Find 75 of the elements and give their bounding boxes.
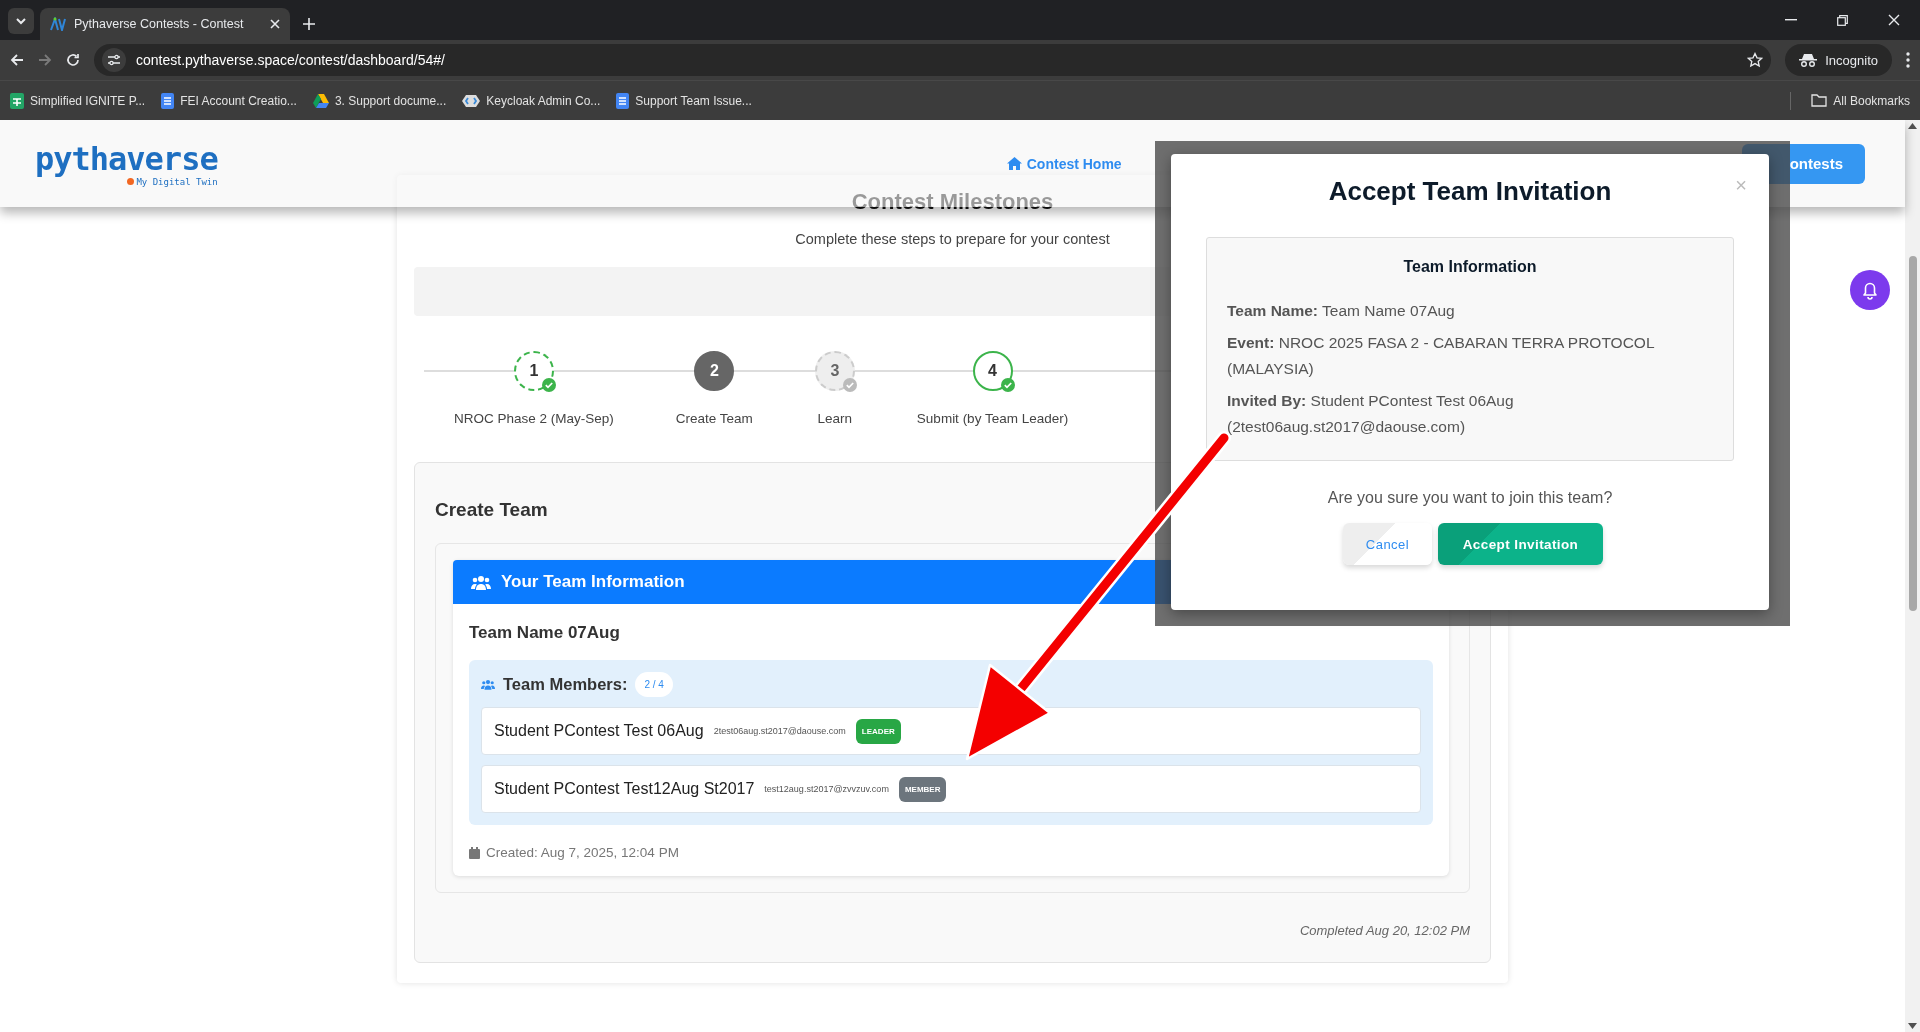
bookmark-link[interactable]: 3. Support docume... <box>334 93 447 108</box>
calendar-icon <box>469 846 480 859</box>
team-name: Team Name 07Aug <box>469 623 621 643</box>
confirm-question: Are you sure you want to join this team? <box>1327 489 1613 507</box>
menu-icon[interactable] <box>1906 52 1910 68</box>
document-icon <box>161 92 175 109</box>
section-subtitle: Complete these steps to prepare for your contest <box>795 231 1110 247</box>
site-info-icon[interactable] <box>102 48 126 72</box>
created-date: Created: Aug 7, 2025, 12:04 PM <box>486 845 679 860</box>
logo-tagline: My Digital Twin <box>136 176 218 187</box>
users-icon <box>481 679 495 690</box>
info-field: Invited By: Student PContest Test 06Aug (2test06aug.st2017@daouse.com) <box>1227 388 1713 440</box>
users-icon <box>471 574 491 590</box>
back-icon[interactable] <box>10 53 24 67</box>
scroll-down-icon[interactable] <box>1908 1023 1917 1029</box>
dot-icon <box>127 178 135 185</box>
members-label: Team Members: <box>503 675 628 694</box>
keycloak-icon <box>462 93 481 108</box>
scroll-up-icon[interactable] <box>1908 123 1917 129</box>
member-count: 2 / 4 <box>635 672 673 697</box>
info-field: Event: NROC 2025 FASA 2 - CABARAN TERRA PROTOCOL (MALAYSIA) <box>1227 330 1713 382</box>
step-circle[interactable]: 1 <box>513 351 554 391</box>
role-badge: MEMBER <box>898 776 947 802</box>
scrollbar-thumb[interactable] <box>1908 256 1917 611</box>
spreadsheet-icon <box>10 92 24 109</box>
check-icon <box>541 378 556 392</box>
completed-date: Completed Aug 20, 12:02 PM <box>1298 923 1470 938</box>
check-icon <box>1000 378 1015 392</box>
site-logo-icon <box>50 17 66 31</box>
step-label: NROC Phase 2 (May-Sep) <box>454 411 614 426</box>
role-badge: LEADER <box>855 718 901 744</box>
minimize-icon[interactable] <box>1785 19 1797 21</box>
dialog-title: Accept Team Invitation <box>1328 176 1612 207</box>
bookmark-star-icon[interactable] <box>1747 52 1764 68</box>
home-icon <box>1006 157 1022 170</box>
check-icon <box>842 378 857 392</box>
address-bar[interactable]: contest.pythaverse.space/contest/dashboard/54#/ <box>94 44 1772 76</box>
all-bookmarks-link[interactable]: All Bookmarks <box>1833 93 1910 108</box>
chevron-down-icon <box>15 17 27 25</box>
step-circle[interactable]: 2 <box>694 351 735 391</box>
member-email: test12aug.st2017@zvvzuv.com <box>764 784 889 794</box>
step-label: Learn <box>817 411 853 426</box>
step-circle[interactable]: 3 <box>814 351 855 391</box>
member-email: 2test06aug.st2017@daouse.com <box>713 726 846 736</box>
restore-icon[interactable] <box>1837 14 1848 26</box>
close-tab-icon[interactable] <box>270 19 280 29</box>
bookmark-link[interactable]: FEI Account Creatio... <box>180 93 297 108</box>
panel-title: Your Team Information <box>501 572 685 592</box>
member-name: Student PContest Test12Aug St2017 <box>494 780 755 798</box>
bookmark-link[interactable]: Support Team Issue... <box>635 93 752 108</box>
tab-title: Pythaverse Contests - Contest <box>74 17 245 31</box>
tab-list-button[interactable] <box>8 8 34 34</box>
bookmark-link[interactable]: Keycloak Admin Co... <box>486 93 601 108</box>
info-field: Team Name: Team Name 07Aug <box>1227 298 1713 324</box>
cancel-button[interactable]: Cancel <box>1343 523 1432 565</box>
forward-icon[interactable] <box>38 53 52 67</box>
card-heading: Create Team <box>435 499 548 521</box>
drive-icon <box>312 93 329 108</box>
close-window-icon[interactable] <box>1888 14 1900 26</box>
step-circle[interactable]: 4 <box>972 351 1013 391</box>
new-tab-icon[interactable] <box>302 17 316 31</box>
section-title: Contest Milestones <box>851 189 1054 215</box>
member-name: Student PContest Test 06Aug <box>494 722 704 740</box>
site-logo[interactable]: pythaverse <box>35 140 218 177</box>
step-label: Create Team <box>675 411 753 426</box>
browser-tab[interactable]: Pythaverse Contests - Contest <box>40 8 290 40</box>
document-icon <box>616 92 630 109</box>
reload-icon[interactable] <box>66 53 80 67</box>
folder-icon <box>1811 94 1828 107</box>
incognito-button[interactable]: Incognito <box>1785 44 1892 76</box>
info-title: Team Information <box>1403 258 1537 276</box>
notification-bell-icon[interactable] <box>1850 270 1890 310</box>
incognito-icon <box>1799 53 1818 67</box>
bookmark-link[interactable]: Simplified IGNITE P... <box>30 93 146 108</box>
step-label: Submit (by Team Leader) <box>916 411 1069 426</box>
